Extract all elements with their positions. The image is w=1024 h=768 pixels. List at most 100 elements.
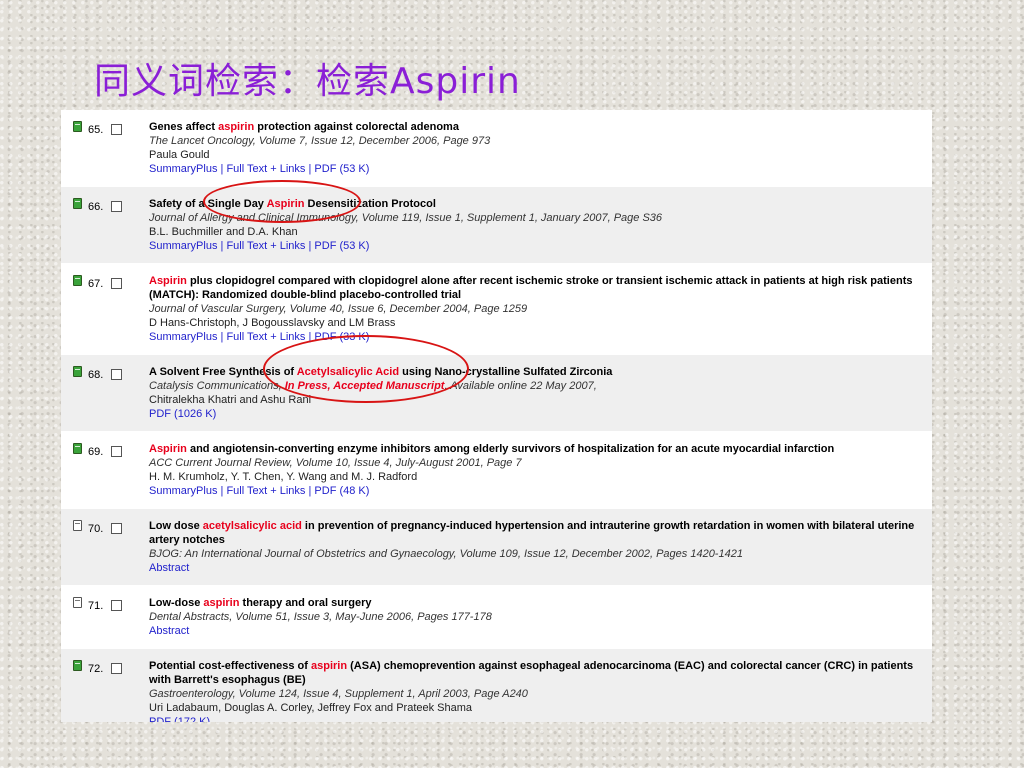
result-links: SummaryPlus | Full Text + Links | PDF (5… [149, 239, 922, 253]
result-links: SummaryPlus | Full Text + Links | PDF (5… [149, 162, 922, 176]
result-title[interactable]: Potential cost-effectiveness of aspirin … [149, 659, 922, 687]
result-row: 65. Genes affect aspirin protection again… [61, 110, 932, 187]
source-text: Catalysis Communications, [149, 380, 285, 392]
result-title[interactable]: Low dose acetylsalicylic acid in prevent… [149, 519, 922, 547]
search-term-highlight: aspirin [311, 660, 348, 672]
result-title[interactable]: Genes affect aspirin protection against … [149, 120, 922, 134]
result-source: ACC Current Journal Review, Volume 10, I… [149, 457, 522, 469]
select-checkbox[interactable] [111, 523, 122, 534]
result-row: 66. Safety of a Single Day Aspirin Desens… [61, 187, 932, 264]
select-checkbox[interactable] [111, 446, 122, 457]
result-source: Journal of Vascular Surgery, Volume 40, … [149, 303, 528, 315]
result-title[interactable]: Aspirin plus clopidogrel compared with c… [149, 274, 922, 302]
result-row: 71. Low-dose aspirin therapy and oral sur… [61, 586, 932, 649]
result-links: SummaryPlus | Full Text + Links | PDF (3… [149, 330, 922, 344]
result-source: BJOG: An International Journal of Obstet… [149, 548, 743, 560]
title-text: therapy and oral surgery [239, 597, 372, 609]
result-source: Catalysis Communications, In Press, Acce… [149, 379, 922, 393]
select-checkbox[interactable] [111, 369, 122, 380]
link-pdf[interactable]: PDF (48 K) [314, 485, 369, 497]
search-term-highlight: Aspirin [149, 275, 187, 287]
search-term-highlight: acetylsalicylic acid [202, 520, 302, 532]
link-pdf[interactable]: PDF (172 K) [149, 716, 210, 722]
slide-title: 同义词检索：检索Aspirin [94, 61, 521, 102]
link-summaryplus[interactable]: SummaryPlus [149, 163, 217, 175]
result-source: Journal of Allergy and Clinical Immunolo… [149, 212, 663, 224]
result-content: 65. Genes affect aspirin protection again… [61, 110, 932, 186]
result-row: 67. Aspirin plus clopidogrel compared wit… [61, 264, 932, 355]
link-summaryplus[interactable]: SummaryPlus [149, 240, 217, 252]
result-number: 66. [88, 201, 104, 213]
source-text: , Available online 22 May 2007, [444, 380, 597, 392]
link-full[interactable]: Full Text + Links [226, 240, 305, 252]
link-abstract[interactable]: Abstract [149, 562, 189, 574]
search-term-highlight: Acetylsalicylic Acid [296, 366, 400, 378]
link-pdf[interactable]: PDF (53 K) [314, 240, 369, 252]
link-summaryplus[interactable]: SummaryPlus [149, 485, 217, 497]
result-links: Abstract [149, 624, 922, 638]
result-row: 69. Aspirin and angiotensin-converting en… [61, 432, 932, 509]
select-checkbox[interactable] [111, 201, 122, 212]
result-links: Abstract [149, 561, 922, 575]
result-title[interactable]: Low-dose aspirin therapy and oral surger… [149, 596, 922, 610]
result-number: 70. [88, 523, 104, 535]
search-term-highlight: aspirin [203, 597, 240, 609]
full-text-doc-icon[interactable] [73, 121, 82, 132]
full-text-doc-icon[interactable] [73, 443, 82, 454]
result-authors: D Hans-Christoph, J Bogousslavsky and LM… [149, 317, 396, 329]
in-press-badge: In Press, Accepted Manuscript [284, 380, 445, 392]
link-pdf[interactable]: PDF (33 K) [314, 331, 369, 343]
result-number: 68. [88, 369, 104, 381]
result-title[interactable]: Safety of a Single Day Aspirin Desensiti… [149, 197, 922, 211]
result-authors: Paula Gould [149, 149, 210, 161]
title-text: plus clopidogrel compared with clopidogr… [149, 275, 913, 301]
result-authors: B.L. Buchmiller and D.A. Khan [149, 226, 298, 238]
result-content: 67. Aspirin plus clopidogrel compared wit… [61, 264, 932, 354]
result-links: SummaryPlus | Full Text + Links | PDF (4… [149, 484, 922, 498]
search-term-highlight: aspirin [218, 121, 255, 133]
result-links: PDF (1026 K) [149, 407, 922, 421]
result-authors: Chitralekha Khatri and Ashu Rani [149, 394, 312, 406]
title-text: A Solvent Free Synthesis of [149, 366, 297, 378]
link-pdf[interactable]: PDF (1026 K) [149, 408, 216, 420]
full-text-doc-icon[interactable] [73, 275, 82, 286]
link-pdf[interactable]: PDF (53 K) [314, 163, 369, 175]
result-row: 70. Low dose acetylsalicylic acid in prev… [61, 509, 932, 586]
title-text: Potential cost-effectiveness of [149, 660, 311, 672]
search-term-highlight: Aspirin [149, 443, 187, 455]
result-title[interactable]: Aspirin and angiotensin-converting enzym… [149, 442, 922, 456]
title-text: using Nano-crystalline Sulfated Zirconia [399, 366, 613, 378]
result-source: The Lancet Oncology, Volume 7, Issue 12,… [149, 135, 491, 147]
title-text: and angiotensin-converting enzyme inhibi… [186, 443, 835, 455]
result-authors: H. M. Krumholz, Y. T. Chen, Y. Wang and … [149, 471, 418, 483]
full-text-doc-icon[interactable] [73, 660, 82, 671]
select-checkbox[interactable] [111, 600, 122, 611]
result-title[interactable]: A Solvent Free Synthesis of Acetylsalicy… [149, 365, 922, 379]
result-number: 65. [88, 124, 104, 136]
result-content: 72. Potential cost-effectiveness of aspir… [61, 649, 932, 722]
select-checkbox[interactable] [111, 124, 122, 135]
search-results-list: 65. Genes affect aspirin protection again… [61, 110, 932, 722]
full-text-doc-icon[interactable] [73, 198, 82, 209]
result-row: 68. A Solvent Free Synthesis of Acetylsal… [61, 355, 932, 432]
full-text-doc-icon[interactable] [73, 366, 82, 377]
abstract-doc-icon[interactable] [73, 520, 82, 531]
result-number: 72. [88, 663, 104, 675]
link-abstract[interactable]: Abstract [149, 625, 189, 637]
link-full[interactable]: Full Text + Links [226, 163, 305, 175]
select-checkbox[interactable] [111, 278, 122, 289]
link-full[interactable]: Full Text + Links [226, 331, 305, 343]
result-content: 70. Low dose acetylsalicylic acid in prev… [61, 509, 932, 585]
result-links: PDF (172 K) [149, 715, 922, 722]
title-text: Low-dose [149, 597, 204, 609]
link-summaryplus[interactable]: SummaryPlus [149, 331, 217, 343]
link-full[interactable]: Full Text + Links [226, 485, 305, 497]
result-content: 69. Aspirin and angiotensin-converting en… [61, 432, 932, 508]
result-source: Gastroenterology, Volume 124, Issue 4, S… [149, 688, 528, 700]
select-checkbox[interactable] [111, 663, 122, 674]
result-content: 71. Low-dose aspirin therapy and oral sur… [61, 586, 932, 648]
abstract-doc-icon[interactable] [73, 597, 82, 608]
title-text: protection against colorectal adenoma [254, 121, 459, 133]
result-authors: Uri Ladabaum, Douglas A. Corley, Jeffrey… [149, 702, 473, 714]
title-text: Safety of a Single Day [149, 198, 267, 210]
